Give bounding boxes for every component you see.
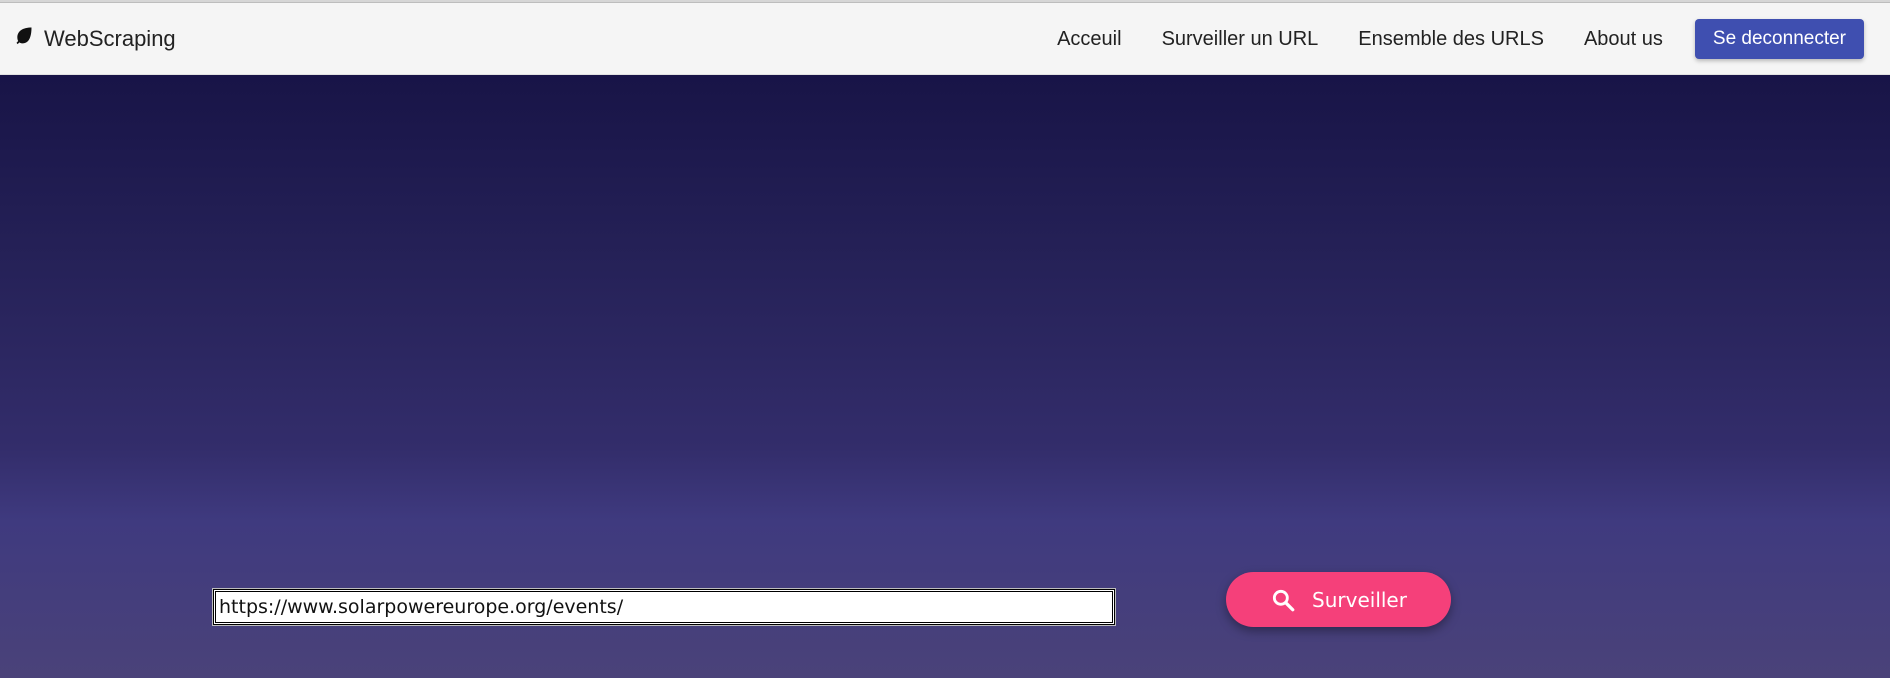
surveiller-button-label: Surveiller [1312, 587, 1407, 612]
brand-link[interactable]: WebScraping [14, 21, 176, 57]
nav-link-acceuil[interactable]: Acceuil [1057, 28, 1121, 51]
brand-name: WebScraping [44, 26, 176, 51]
nav-links: Acceuil Surveiller un URL Ensemble des U… [1057, 19, 1864, 59]
hero-section: Surveiller [0, 75, 1890, 678]
nav-link-ensemble-urls[interactable]: Ensemble des URLS [1358, 28, 1544, 51]
url-input[interactable] [212, 588, 1116, 626]
top-navbar: WebScraping Acceuil Surveiller un URL En… [0, 3, 1890, 75]
search-icon [1270, 587, 1296, 613]
surveiller-button[interactable]: Surveiller [1226, 572, 1451, 627]
leaf-icon [14, 27, 34, 45]
logout-button[interactable]: Se deconnecter [1694, 19, 1864, 59]
nav-link-surveiller-url[interactable]: Surveiller un URL [1162, 28, 1319, 51]
nav-link-about-us[interactable]: About us [1584, 28, 1663, 51]
